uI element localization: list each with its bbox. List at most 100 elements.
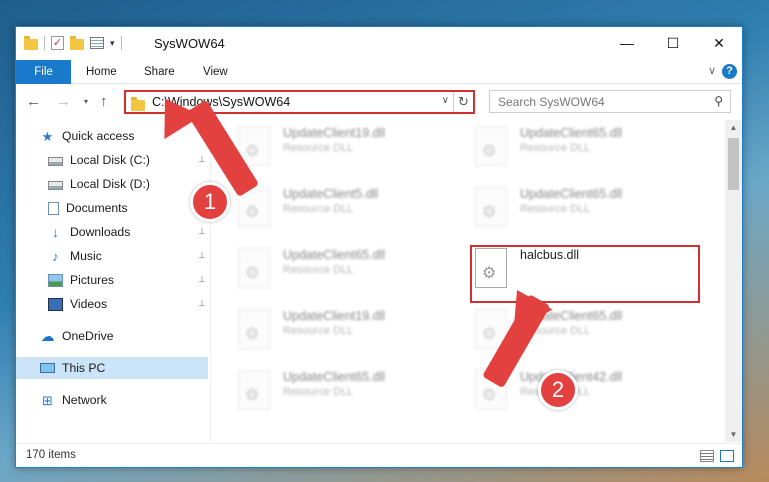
sidebar-item-downloads[interactable]: ↓ Downloads ⊥ xyxy=(16,221,208,243)
file-type: Resource DLL xyxy=(283,325,354,337)
help-icon[interactable]: ? xyxy=(722,64,737,79)
toolbar-separator xyxy=(44,36,45,50)
file-type: Resource DLL xyxy=(283,386,354,398)
onedrive-icon: ☁ xyxy=(40,327,55,344)
up-arrow-icon[interactable]: ↑ xyxy=(100,93,108,110)
file-type: Resource DLL xyxy=(283,264,354,276)
sidebar-item-label: Local Disk (D:) xyxy=(70,177,150,191)
downloads-icon: ↓ xyxy=(52,223,59,240)
scroll-down-icon[interactable]: ▼ xyxy=(725,430,742,439)
file-item[interactable]: UpdateClient19.dll Resource DLL xyxy=(218,305,418,361)
large-icons-view-icon[interactable] xyxy=(720,450,734,462)
minimize-button[interactable]: — xyxy=(604,27,650,60)
drive-icon xyxy=(48,180,63,190)
file-name: UpdateClient65.dll xyxy=(283,370,386,384)
videos-icon xyxy=(48,297,63,311)
sidebar-item-network[interactable]: ⊞ Network xyxy=(16,389,208,411)
recent-locations-chevron-icon[interactable]: ▾ xyxy=(84,97,88,106)
sidebar-item-label: This PC xyxy=(62,361,106,375)
drive-icon xyxy=(48,156,63,166)
file-item[interactable]: UpdateClient65.dll Resource DLL xyxy=(455,183,655,239)
sidebar-item-local-disk-c[interactable]: Local Disk (C:) ⊥ xyxy=(16,149,208,171)
quick-access-toolbar: ✓ ▾ xyxy=(24,35,122,50)
search-icon[interactable]: ⚲ xyxy=(714,94,723,108)
tab-view[interactable]: View xyxy=(203,60,228,84)
sidebar-item-label: Quick access xyxy=(62,129,135,143)
search-placeholder: Search SysWOW64 xyxy=(498,95,605,109)
sidebar-item-label: Pictures xyxy=(70,273,115,287)
new-folder-icon[interactable] xyxy=(70,35,84,50)
step-badge-1: 1 xyxy=(190,182,230,222)
window-title: SysWOW64 xyxy=(154,36,225,51)
file-name: UpdateClient19.dll xyxy=(283,309,386,323)
forward-arrow-icon[interactable]: → xyxy=(56,93,71,110)
this-pc-icon xyxy=(40,363,55,373)
pin-icon[interactable]: ⊥ xyxy=(198,298,206,309)
maximize-button[interactable]: ☐ xyxy=(650,27,696,60)
folder-icon[interactable] xyxy=(24,35,38,50)
folder-icon xyxy=(131,97,145,111)
star-icon: ★ xyxy=(41,128,54,144)
chevron-down-icon[interactable]: ∨ xyxy=(442,95,449,106)
pin-icon[interactable]: ⊥ xyxy=(198,226,206,237)
sidebar-item-label: Network xyxy=(62,393,107,407)
music-icon: ♪ xyxy=(52,248,59,264)
tab-share[interactable]: Share xyxy=(144,60,175,84)
pin-icon[interactable]: ⊥ xyxy=(198,154,206,165)
customize-toolbar-dropdown-icon[interactable]: ▾ xyxy=(110,38,115,49)
network-icon: ⊞ xyxy=(42,392,53,408)
pin-icon[interactable]: ⊥ xyxy=(198,250,206,261)
search-input[interactable]: Search SysWOW64 ⚲ xyxy=(489,90,731,113)
dll-file-icon xyxy=(475,126,507,166)
file-name: UpdateClient65.dll xyxy=(283,248,386,262)
tab-home[interactable]: Home xyxy=(86,60,117,84)
sidebar-item-music[interactable]: ♪ Music ⊥ xyxy=(16,245,208,267)
properties-icon[interactable] xyxy=(90,37,104,49)
step-badge-2: 2 xyxy=(538,370,578,410)
file-item[interactable]: UpdateClient65.dll Resource DLL xyxy=(218,244,418,300)
file-name: UpdateClient65.dll xyxy=(520,187,623,201)
explorer-window: ✓ ▾ SysWOW64 — ☐ ✕ File Home Share View … xyxy=(15,26,743,468)
sidebar-item-videos[interactable]: Videos ⊥ xyxy=(16,293,208,315)
sidebar-item-local-disk-d[interactable]: Local Disk (D:) xyxy=(16,173,208,195)
pane-divider[interactable] xyxy=(210,119,211,442)
tab-file[interactable]: File xyxy=(16,60,71,84)
file-name: UpdateClient5.dll xyxy=(283,187,379,201)
sidebar-item-label: Music xyxy=(70,249,102,263)
expand-ribbon-icon[interactable]: ∨ xyxy=(708,64,716,77)
highlight-box xyxy=(470,245,700,303)
close-button[interactable]: ✕ xyxy=(696,27,742,60)
pictures-icon xyxy=(48,273,63,287)
file-item[interactable]: UpdateClient65.dll Resource DLL xyxy=(455,305,655,361)
title-bar: ✓ ▾ SysWOW64 — ☐ ✕ xyxy=(16,27,742,60)
navigation-bar: ← → ▾ ↑ C:\Windows\SysWOW64 ∨ ↻ Search S… xyxy=(16,85,742,119)
file-type: Resource DLL xyxy=(520,142,591,154)
file-name: UpdateClient65.dll xyxy=(520,126,623,140)
navigation-pane: ★ Quick access Local Disk (C:) ⊥ Local D… xyxy=(16,119,210,442)
scroll-up-icon[interactable]: ▲ xyxy=(725,123,742,132)
dll-file-icon xyxy=(238,248,270,288)
dll-file-icon xyxy=(475,187,507,227)
dll-file-icon xyxy=(238,370,270,410)
sidebar-item-pictures[interactable]: Pictures ⊥ xyxy=(16,269,208,291)
sidebar-item-label: OneDrive xyxy=(62,329,114,343)
sidebar-item-label: Downloads xyxy=(70,225,131,239)
sidebar-item-this-pc[interactable]: This PC xyxy=(16,357,208,379)
sidebar-item-onedrive[interactable]: ☁ OneDrive xyxy=(16,325,208,347)
file-item[interactable]: UpdateClient65.dll Resource DLL xyxy=(455,122,655,178)
properties-check-icon[interactable]: ✓ xyxy=(51,36,64,50)
sidebar-item-documents[interactable]: Documents xyxy=(16,197,208,219)
ribbon: File Home Share View ∨ ? xyxy=(16,60,742,84)
file-name: UpdateClient19.dll xyxy=(283,126,386,140)
sidebar-item-label: Documents xyxy=(66,201,128,215)
back-arrow-icon[interactable]: ← xyxy=(26,93,41,110)
sidebar-item-label: Local Disk (C:) xyxy=(70,153,150,167)
file-item[interactable]: UpdateClient65.dll Resource DLL xyxy=(218,366,418,422)
toolbar-separator xyxy=(120,36,122,50)
details-view-icon[interactable] xyxy=(700,450,714,462)
pin-icon[interactable]: ⊥ xyxy=(198,274,206,285)
vertical-scrollbar[interactable]: ▲ ▼ xyxy=(725,120,742,442)
sidebar-item-label: Videos xyxy=(70,297,108,311)
refresh-icon[interactable]: ↻ xyxy=(453,92,473,112)
scrollbar-thumb[interactable] xyxy=(728,138,739,190)
